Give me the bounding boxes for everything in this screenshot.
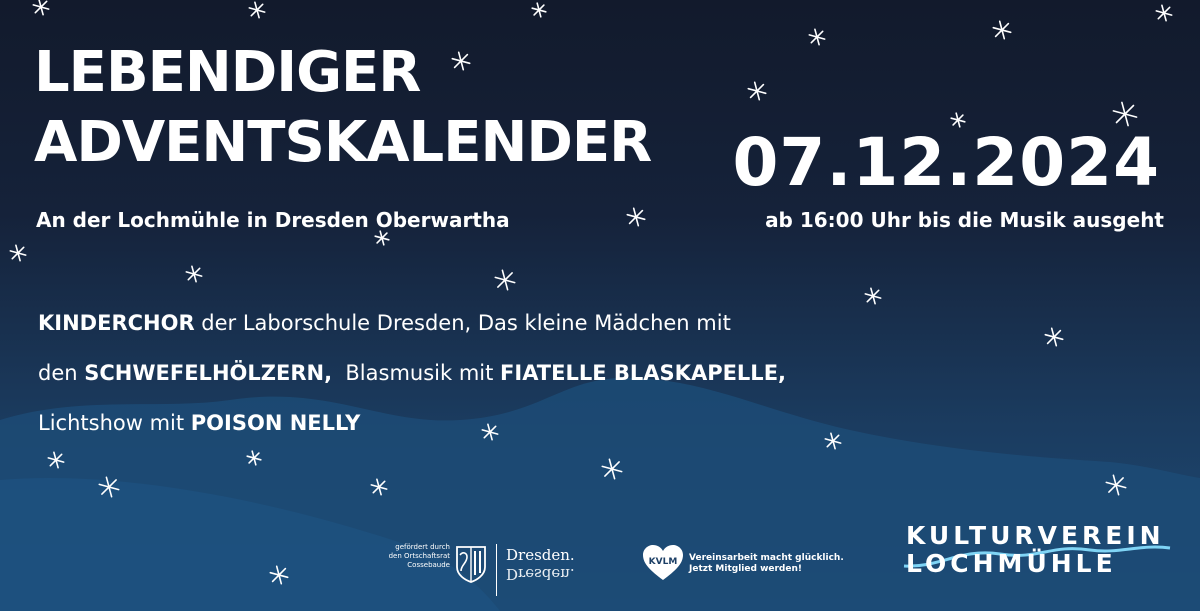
organizer-logo: KULTURVEREIN LOCHMÜHLE — [906, 522, 1165, 578]
organizer-line-2: LOCHMÜHLE — [906, 549, 1117, 578]
sparkle-star-icon — [531, 2, 547, 18]
sparkle-star-icon — [601, 458, 623, 480]
lineup-text: Blasmusik mit — [332, 361, 501, 385]
dresden-crest-icon — [456, 546, 486, 583]
organizer-line-1: KULTURVEREIN — [906, 521, 1165, 550]
lineup-line-3: Lichtshow mit POISON NELLY — [38, 398, 786, 448]
sparkle-star-icon — [9, 244, 27, 262]
membership-note: Vereinsarbeit macht glücklich. Jetzt Mit… — [689, 553, 844, 575]
title-line-2: ADVENTSKALENDER — [34, 110, 652, 175]
sparkle-star-icon — [1105, 474, 1127, 496]
sparkle-star-icon — [269, 565, 289, 585]
heart-icon: KVLM — [643, 545, 683, 580]
sparkle-star-icon — [248, 1, 266, 19]
sparkle-star-icon — [374, 230, 390, 246]
title-line-1: LEBENDIGER — [34, 40, 421, 105]
event-lineup: KINDERCHOR der Laborschule Dresden, Das … — [38, 298, 786, 448]
sparkle-star-icon — [747, 81, 767, 101]
sparkle-star-icon — [824, 432, 842, 450]
funding-line: den Ortschaftsrat — [388, 552, 450, 560]
lineup-line-1: KINDERCHOR der Laborschule Dresden, Das … — [38, 298, 786, 348]
funding-line: Cossebaude — [407, 561, 450, 569]
sparkle-star-icon — [370, 478, 388, 496]
sparkle-star-icon — [32, 0, 50, 16]
lineup-text: den — [38, 361, 85, 385]
kvlm-badge: KVLM — [649, 557, 678, 567]
event-title: LEBENDIGER ADVENTSKALENDER — [34, 38, 652, 178]
funding-line: gefördert durch — [395, 543, 450, 551]
event-location: An der Lochmühle in Dresden Oberwartha — [36, 208, 510, 232]
sparkle-star-icon — [185, 265, 203, 283]
funding-note: gefördert durch den Ortschaftsrat Cosseb… — [370, 543, 450, 570]
lineup-text: Lichtshow mit — [38, 411, 191, 435]
sparkle-star-icon — [992, 20, 1012, 40]
lineup-text: der Laborschule Dresden, Das kleine Mädc… — [194, 311, 731, 335]
sparkle-star-icon — [1155, 4, 1173, 22]
lineup-act-kinderchor: KINDERCHOR — [38, 311, 195, 335]
lineup-act-fiatelle: FIATELLE BLASKAPELLE, — [500, 361, 787, 385]
sparkle-star-icon — [1044, 327, 1064, 347]
event-time: ab 16:00 Uhr bis die Musik ausgeht — [765, 208, 1164, 232]
membership-line: Jetzt Mitglied werden! — [689, 564, 802, 574]
sparkle-star-icon — [864, 287, 882, 305]
dresden-logo: Dresden. — [506, 546, 575, 564]
sparkle-star-icon — [626, 207, 646, 227]
lineup-line-2: den SCHWEFELHÖLZERN, Blasmusik mit FIATE… — [38, 348, 786, 398]
logo-divider — [496, 544, 497, 596]
membership-line: Vereinsarbeit macht glücklich. — [689, 553, 844, 563]
sparkle-star-icon — [808, 28, 826, 46]
lineup-act-schwefelhoelzern: SCHWEFELHÖLZERN, — [84, 361, 333, 385]
sparkle-star-icon — [47, 451, 65, 469]
sparkle-star-icon — [98, 476, 120, 498]
sparkle-star-icon — [246, 450, 262, 466]
sparkle-star-icon — [494, 269, 516, 291]
lineup-act-poison-nelly: POISON NELLY — [190, 411, 361, 435]
dresden-logo-mirror: Dresden. — [506, 565, 575, 583]
sparkle-star-icon — [1112, 101, 1138, 127]
event-date: 07.12.2024 — [732, 124, 1160, 201]
